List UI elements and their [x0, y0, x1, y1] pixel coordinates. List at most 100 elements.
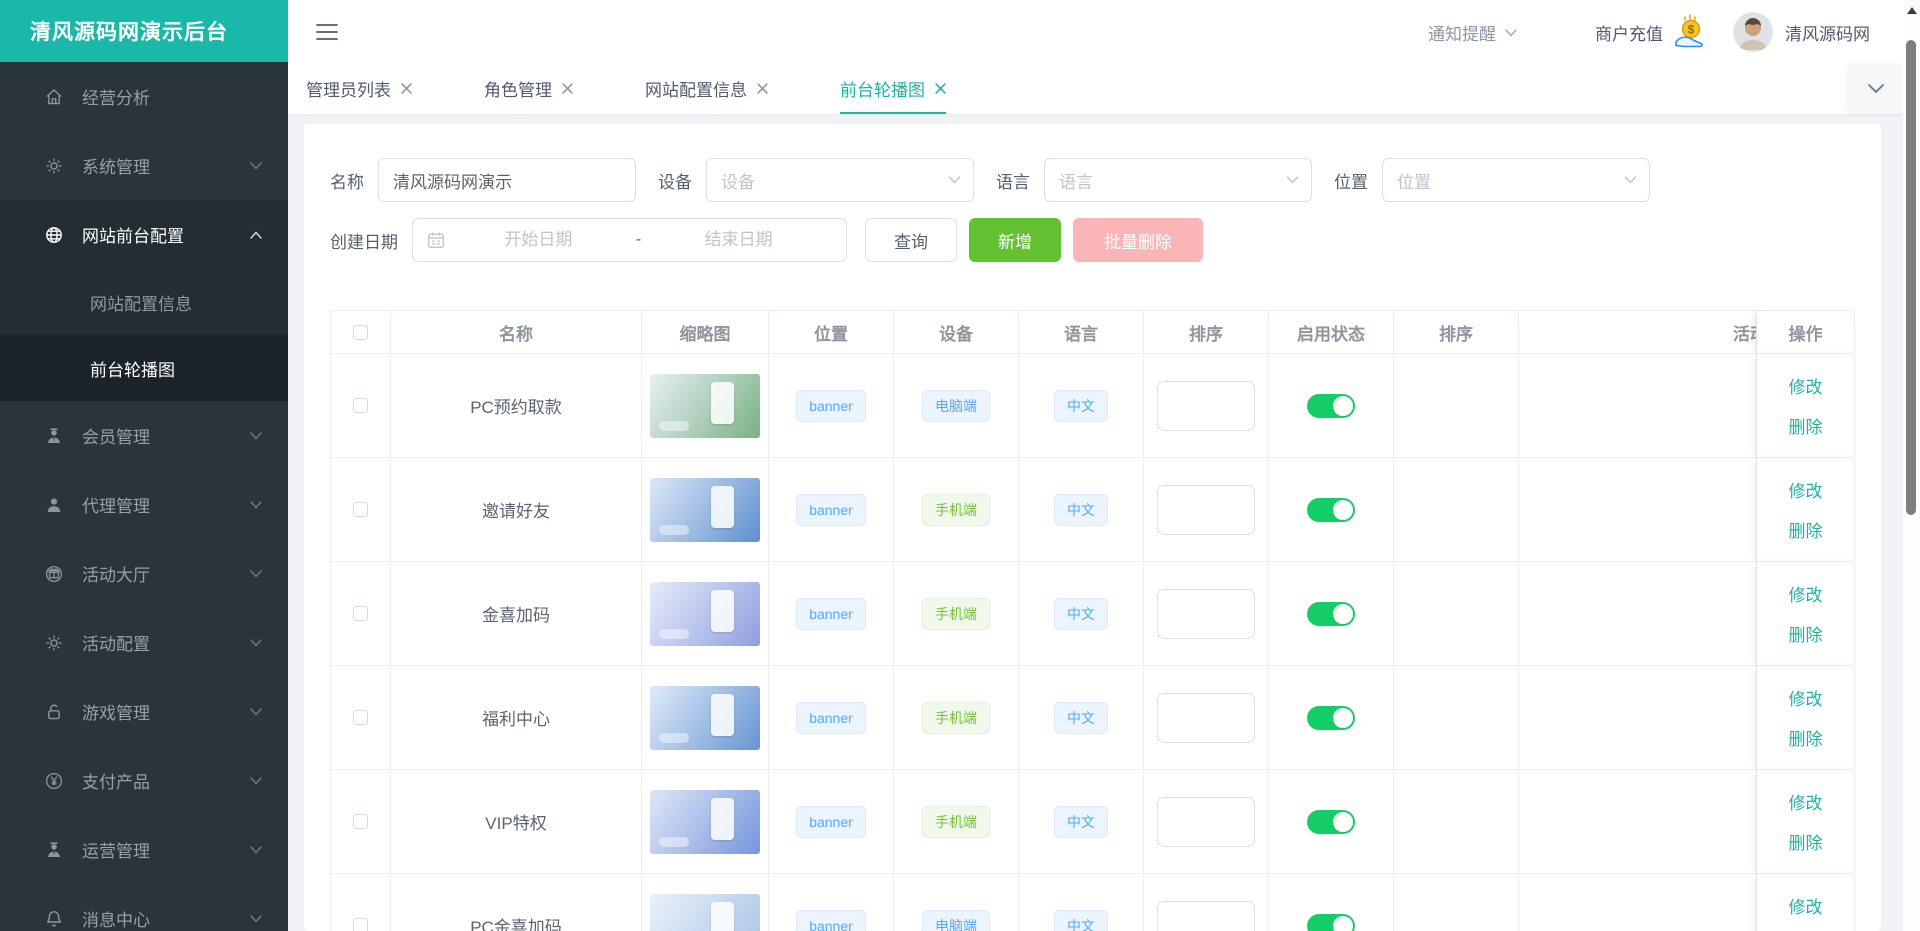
row-name: 邀请好友	[482, 497, 550, 522]
add-button[interactable]: 新增	[969, 218, 1061, 262]
edit-link[interactable]: 修改	[1789, 373, 1823, 398]
device-tag: 手机端	[922, 806, 990, 838]
thumbnail-image[interactable]	[650, 582, 760, 646]
page-scrollbar[interactable]	[1903, 0, 1920, 931]
delete-link[interactable]: 删除	[1789, 413, 1823, 438]
language-tag: 中文	[1054, 598, 1108, 630]
sidebar-item[interactable]: 支付产品	[0, 746, 288, 815]
notify-dropdown[interactable]: 通知提醒	[1428, 20, 1517, 45]
close-icon[interactable]	[757, 83, 768, 94]
chevron-down-icon	[1868, 84, 1884, 94]
device-tag: 电脑端	[922, 910, 990, 931]
sidebar-item[interactable]: 运营管理	[0, 815, 288, 884]
chevron-down-icon	[948, 176, 961, 184]
edit-link[interactable]: 修改	[1789, 477, 1823, 502]
sidebar-item[interactable]: 会员管理	[0, 401, 288, 470]
language-tag: 中文	[1054, 806, 1108, 838]
menu-fold-icon[interactable]	[316, 23, 338, 41]
sort-input[interactable]	[1157, 381, 1255, 431]
column-header: 设备	[894, 311, 1019, 354]
name-filter-input[interactable]	[378, 158, 636, 202]
sort-input[interactable]	[1157, 797, 1255, 847]
row-checkbox[interactable]	[353, 814, 368, 829]
close-icon[interactable]	[401, 83, 412, 94]
tab[interactable]: 网站配置信息	[645, 64, 768, 114]
thumbnail-image[interactable]	[650, 478, 760, 542]
thumbnail-image[interactable]	[650, 686, 760, 750]
chevron-down-icon	[250, 432, 262, 440]
sort-input[interactable]	[1157, 693, 1255, 743]
chevron-down-icon	[1286, 176, 1299, 184]
sidebar-item[interactable]: 活动大厅	[0, 539, 288, 608]
batch-delete-button[interactable]: 批量删除	[1073, 218, 1203, 262]
content-area: 名称 设备 设备 语言 语言 位置 位置	[288, 114, 1920, 931]
scroll-up-arrow[interactable]	[1907, 7, 1917, 14]
row-checkbox[interactable]	[353, 502, 368, 517]
date-range-picker[interactable]: -	[412, 218, 847, 262]
username-label[interactable]: 清风源码网	[1785, 20, 1870, 45]
enabled-toggle[interactable]	[1307, 394, 1355, 418]
edit-link[interactable]: 修改	[1789, 893, 1823, 918]
sort-input[interactable]	[1157, 901, 1255, 931]
user-avatar[interactable]	[1733, 12, 1773, 52]
enabled-toggle[interactable]	[1307, 602, 1355, 626]
sidebar-item[interactable]: 代理管理	[0, 470, 288, 539]
column-header	[331, 311, 391, 354]
device-tag: 电脑端	[922, 390, 990, 422]
tab[interactable]: 前台轮播图	[840, 64, 946, 114]
delete-link[interactable]: 删除	[1789, 829, 1823, 854]
position-filter-select[interactable]: 位置	[1382, 158, 1650, 202]
enabled-toggle[interactable]	[1307, 810, 1355, 834]
delete-link[interactable]: 删除	[1789, 725, 1823, 750]
search-button[interactable]: 查询	[865, 218, 957, 262]
language-tag: 中文	[1054, 390, 1108, 422]
select-all-checkbox[interactable]	[353, 325, 368, 340]
tabs-collapse-button[interactable]	[1850, 64, 1902, 114]
row-checkbox[interactable]	[353, 398, 368, 413]
sidebar-expanded-group: 网站前台配置 网站配置信息 前台轮播图	[0, 200, 288, 401]
edit-link[interactable]: 修改	[1789, 789, 1823, 814]
close-icon[interactable]	[935, 83, 946, 94]
thumbnail-image[interactable]	[650, 374, 760, 438]
tab[interactable]: 角色管理	[484, 64, 573, 114]
delete-link[interactable]: 删除	[1789, 517, 1823, 542]
delete-link[interactable]: 删除	[1789, 621, 1823, 646]
tab-label: 管理员列表	[306, 76, 391, 101]
row-checkbox[interactable]	[353, 918, 368, 931]
device-filter-select[interactable]: 设备	[706, 158, 974, 202]
sidebar-subitem[interactable]: 前台轮播图	[0, 335, 288, 401]
language-tag: 中文	[1054, 494, 1108, 526]
sidebar-subitem[interactable]: 网站配置信息	[0, 269, 288, 335]
thumbnail-image[interactable]	[650, 894, 760, 931]
app-logo: 清风源码网演示后台	[0, 0, 288, 62]
sidebar-item[interactable]: 活动配置	[0, 608, 288, 677]
enabled-toggle[interactable]	[1307, 706, 1355, 730]
tab[interactable]: 管理员列表	[306, 64, 412, 114]
language-filter-label: 语言	[996, 168, 1030, 193]
language-filter-select[interactable]: 语言	[1044, 158, 1312, 202]
sidebar-item[interactable]: 游戏管理	[0, 677, 288, 746]
row-checkbox[interactable]	[353, 606, 368, 621]
home-icon	[44, 87, 64, 107]
date-separator: -	[632, 231, 645, 249]
sort-input[interactable]	[1157, 589, 1255, 639]
enabled-toggle[interactable]	[1307, 498, 1355, 522]
sidebar-item-label: 会员管理	[82, 423, 250, 448]
end-date-input[interactable]	[645, 230, 832, 250]
sort-input[interactable]	[1157, 485, 1255, 535]
sidebar-item[interactable]: 经营分析	[0, 62, 288, 131]
row-checkbox[interactable]	[353, 710, 368, 725]
edit-link[interactable]: 修改	[1789, 685, 1823, 710]
sidebar-item[interactable]: 消息中心	[0, 884, 288, 931]
edit-link[interactable]: 修改	[1789, 581, 1823, 606]
close-icon[interactable]	[562, 83, 573, 94]
merchant-recharge-button[interactable]: 商户充值 $	[1595, 12, 1711, 52]
sidebar-item[interactable]: 系统管理	[0, 131, 288, 200]
table-body: PC预约取款 banner 电脑端 中文 修改 删除 邀请好友 banner 手…	[331, 354, 1855, 931]
enabled-toggle[interactable]	[1307, 914, 1355, 931]
scrollbar-thumb[interactable]	[1906, 40, 1916, 515]
recharge-label: 商户充值	[1595, 20, 1663, 45]
thumbnail-image[interactable]	[650, 790, 760, 854]
sidebar-item[interactable]: 网站前台配置	[0, 200, 288, 269]
start-date-input[interactable]	[445, 230, 632, 250]
